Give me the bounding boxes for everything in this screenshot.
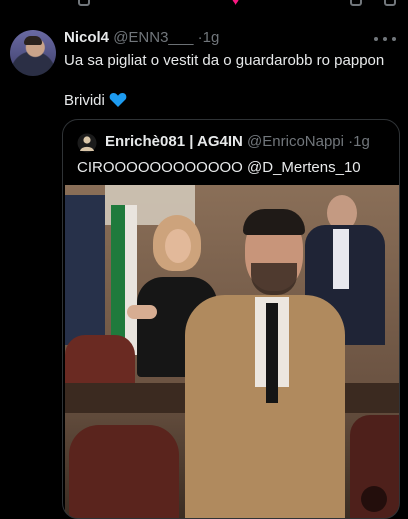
like-icon[interactable]: ♥ xyxy=(232,0,239,7)
quoted-age[interactable]: 1g xyxy=(353,133,370,150)
reply-icon[interactable] xyxy=(78,0,90,6)
author-handle[interactable]: @ENN3___ xyxy=(113,29,193,46)
author-name[interactable]: Nicol4 xyxy=(64,29,109,46)
share-icon[interactable] xyxy=(384,0,396,6)
tweet-header: Nicol4 @ENN3___ ·1g xyxy=(64,29,219,46)
tweet-text-brividi: Brividi xyxy=(64,92,105,109)
previous-tweet-action-bar: ♥ xyxy=(0,0,408,8)
quoted-avatar[interactable] xyxy=(77,133,97,153)
avatar[interactable] xyxy=(10,30,56,76)
blue-heart-icon xyxy=(109,92,127,107)
quoted-tweet[interactable]: Enrichè081 | AG4IN @EnricoNappi ·1g CIRO… xyxy=(62,119,400,519)
bookmark-icon[interactable] xyxy=(350,0,362,6)
tweet-text: Ua sa pigliat o vestit da o guardarobb r… xyxy=(64,52,385,69)
quoted-text: CIROOOOOOOOOOOO @D_Mertens_10 xyxy=(77,159,361,176)
quoted-video[interactable] xyxy=(65,185,399,518)
quoted-author-name[interactable]: Enrichè081 | AG4IN xyxy=(105,133,243,150)
more-options-icon[interactable] xyxy=(374,34,396,44)
quoted-author-handle[interactable]: @EnricoNappi xyxy=(247,133,344,150)
quoted-header: Enrichè081 | AG4IN @EnricoNappi ·1g xyxy=(105,133,370,150)
video-control-icon[interactable] xyxy=(361,486,387,512)
tweet-age[interactable]: 1g xyxy=(203,29,220,46)
tweet-text-line2: Brividi xyxy=(64,91,127,110)
